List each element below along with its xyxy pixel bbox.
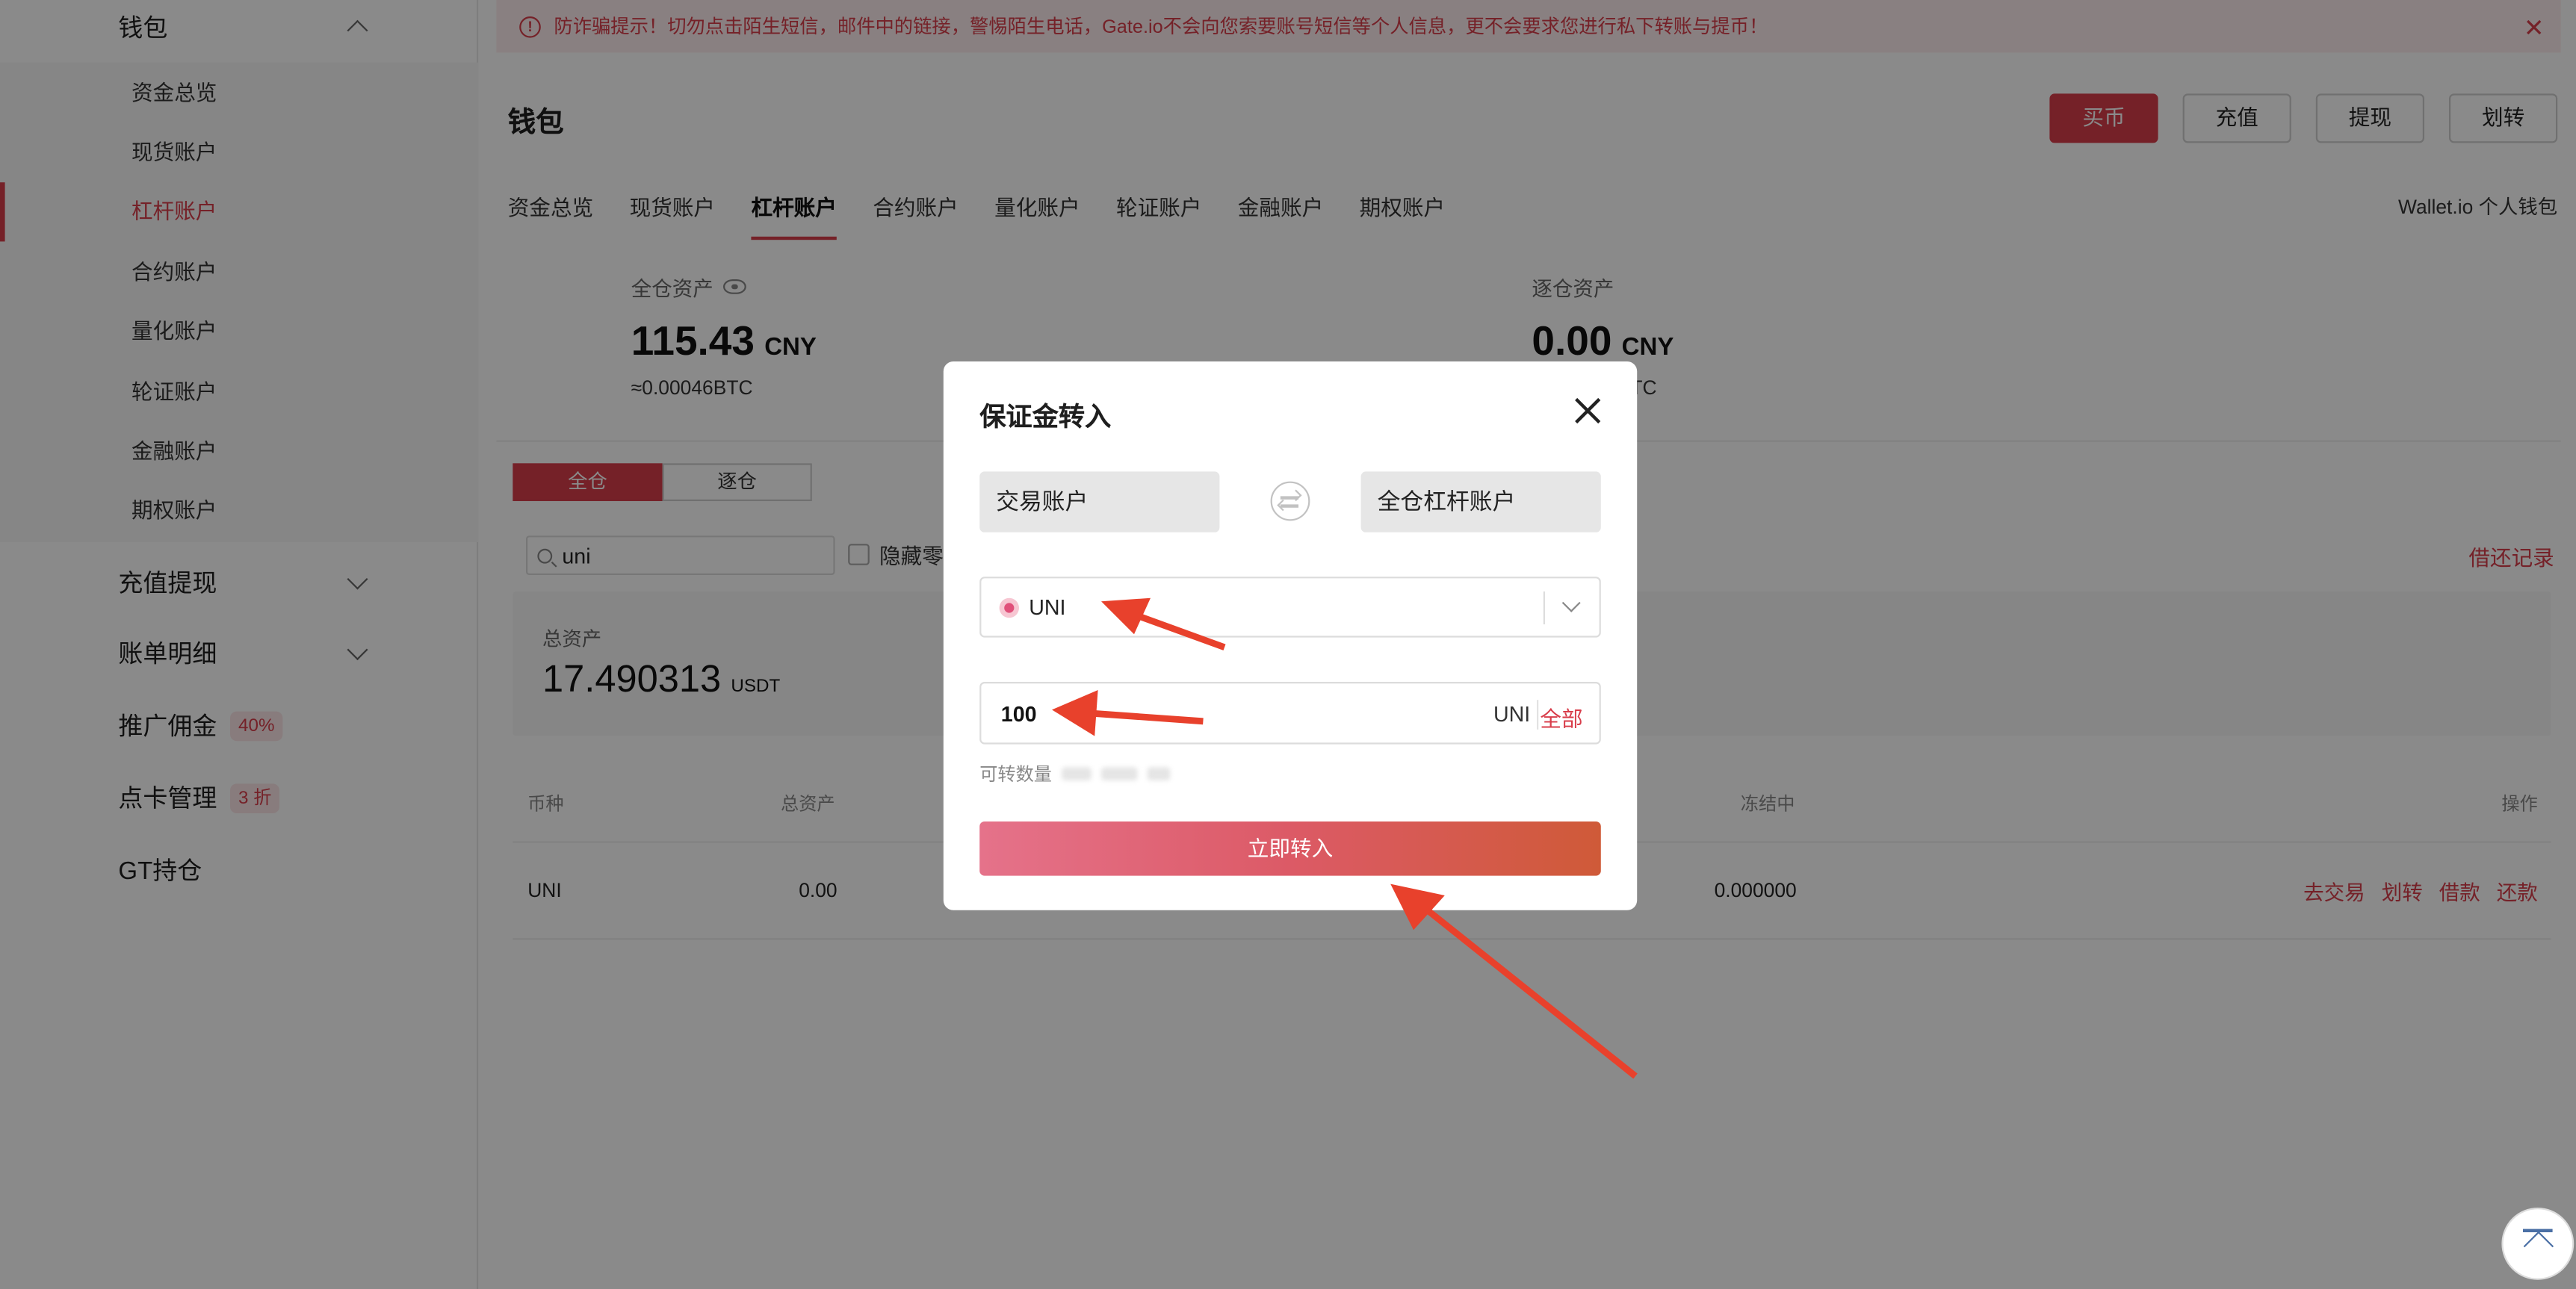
close-icon[interactable] (1575, 397, 1601, 423)
amount-divider (1537, 700, 1539, 730)
selected-coin: UNI (1029, 594, 1066, 620)
app-root: 钱包 资金总览 现货账户 杠杆账户 合约账户 量化账户 轮证账户 金融账户 期权… (0, 0, 2576, 1289)
swap-icon[interactable] (1270, 481, 1310, 521)
available-label: 可转数量 (979, 765, 1052, 786)
amount-unit: UNI (1493, 701, 1531, 727)
amount-value: 100 (1000, 701, 1037, 727)
to-account-field[interactable]: 全仓杠杆账户 (1360, 471, 1601, 532)
coin-select[interactable]: UNI (979, 577, 1601, 638)
available-amount: 可转数量 (979, 761, 1171, 787)
all-button[interactable]: 全部 (1540, 701, 1582, 733)
confirm-transfer-button[interactable]: 立即转入 (979, 821, 1601, 876)
select-divider (1543, 591, 1545, 624)
back-to-top-button[interactable] (2501, 1208, 2575, 1280)
margin-transfer-modal: 保证金转入 交易账户 全仓杠杆账户 UNI 100 UNI 全部 可转数量 立即… (943, 361, 1638, 910)
redacted-value (1062, 767, 1092, 780)
amount-input[interactable]: 100 UNI 全部 (979, 682, 1601, 745)
from-account-field[interactable]: 交易账户 (979, 471, 1220, 532)
redacted-value (1101, 767, 1138, 780)
redacted-value (1147, 767, 1171, 780)
chevron-down-icon (1561, 593, 1581, 612)
chevron-up-icon (2522, 1231, 2554, 1261)
modal-title: 保证金转入 (979, 404, 1112, 432)
uni-coin-icon (999, 597, 1019, 618)
